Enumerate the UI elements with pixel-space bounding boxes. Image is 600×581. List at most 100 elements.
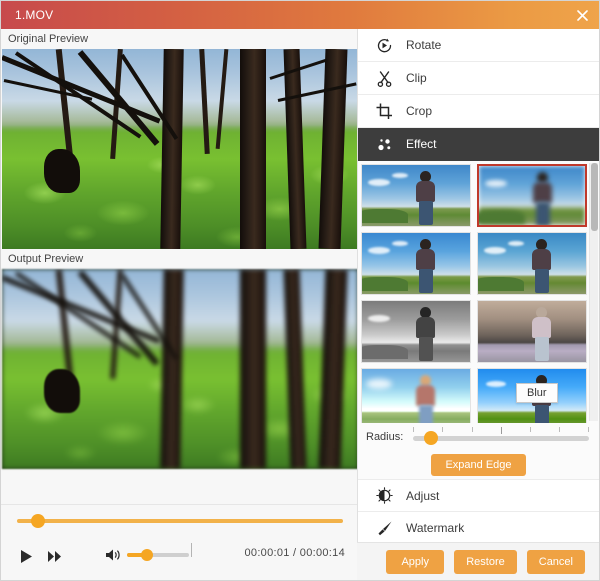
tool-item-clip[interactable]: Clip bbox=[358, 62, 599, 95]
apply-button[interactable]: Apply bbox=[386, 549, 445, 574]
hill-shape bbox=[362, 277, 408, 291]
tool-label: Effect bbox=[406, 137, 437, 151]
tool-panel: Rotate Clip Crop Effect Blur Radius: Exp… bbox=[357, 29, 599, 580]
tick bbox=[587, 427, 589, 432]
cloud-shape bbox=[485, 180, 507, 187]
cloud-shape bbox=[368, 179, 390, 186]
seek-slider[interactable] bbox=[17, 519, 343, 523]
effects-scrollbar-thumb[interactable] bbox=[591, 163, 598, 231]
crop-icon bbox=[374, 101, 394, 121]
effect-glyph bbox=[377, 138, 390, 150]
cloud-shape bbox=[392, 173, 408, 178]
hill-shape bbox=[362, 345, 408, 359]
tree-stump bbox=[44, 369, 80, 413]
tree-trunk bbox=[160, 49, 184, 249]
fast-forward-icon[interactable] bbox=[43, 545, 65, 567]
tool-label: Adjust bbox=[406, 488, 440, 503]
close-icon[interactable] bbox=[571, 5, 593, 25]
cloud-shape bbox=[368, 247, 390, 254]
original-preview-video[interactable] bbox=[2, 49, 358, 249]
cloud-shape bbox=[392, 241, 408, 246]
tick bbox=[413, 427, 415, 432]
tree-trunk bbox=[240, 269, 266, 469]
close-glyph bbox=[576, 9, 588, 21]
effects-scrollbar[interactable] bbox=[589, 163, 598, 421]
scissors-glyph bbox=[377, 70, 391, 87]
tick bbox=[558, 427, 560, 432]
expand-edge-row: Expand Edge bbox=[358, 451, 599, 479]
hill-shape bbox=[362, 209, 408, 223]
tool-item-rotate[interactable]: Rotate bbox=[358, 29, 599, 62]
tool-item-effect[interactable]: Effect bbox=[358, 128, 599, 161]
effect-thumbnail-panel: Blur bbox=[358, 161, 599, 423]
effect-thumb-glow[interactable] bbox=[361, 368, 471, 423]
tick bbox=[500, 427, 502, 434]
tool-item-adjust[interactable]: Adjust bbox=[358, 479, 599, 512]
radius-row: Radius: bbox=[358, 423, 599, 451]
rotate-glyph bbox=[377, 38, 391, 52]
volume-icon[interactable] bbox=[105, 548, 121, 562]
person-shape bbox=[416, 181, 435, 202]
effect-grid bbox=[361, 164, 596, 423]
effect-thumb-warm[interactable] bbox=[361, 232, 471, 295]
person-shape bbox=[535, 405, 549, 423]
original-preview-label: Original Preview bbox=[1, 29, 359, 49]
hill-shape bbox=[479, 210, 525, 224]
playback-bar: 00:00:01 / 00:00:14 bbox=[1, 504, 359, 580]
effect-tooltip: Blur bbox=[516, 383, 558, 403]
person-shape bbox=[419, 201, 433, 225]
scissors-icon bbox=[374, 68, 394, 88]
tool-label: Crop bbox=[406, 104, 433, 118]
volume-handle[interactable] bbox=[141, 549, 153, 561]
cancel-button[interactable]: Cancel bbox=[526, 549, 585, 574]
tool-item-crop[interactable]: Crop bbox=[358, 95, 599, 128]
play-icon[interactable] bbox=[15, 545, 37, 567]
tool-item-watermark[interactable]: Watermark bbox=[358, 512, 599, 545]
rotate-icon bbox=[374, 35, 394, 55]
volume-slider[interactable] bbox=[127, 549, 189, 561]
tree-trunk bbox=[160, 269, 184, 469]
hill-shape bbox=[478, 277, 524, 291]
output-preview-video[interactable] bbox=[2, 269, 358, 469]
divider bbox=[191, 543, 192, 557]
person-shape bbox=[416, 249, 435, 270]
effect-thumb-gray[interactable] bbox=[361, 300, 471, 363]
volume-control[interactable] bbox=[105, 548, 189, 562]
effect-thumb-blur[interactable] bbox=[477, 164, 587, 227]
person-shape bbox=[532, 249, 551, 270]
timecode-display: 00:00:01 / 00:00:14 bbox=[244, 547, 345, 559]
tick bbox=[471, 427, 473, 432]
brightness-icon bbox=[374, 486, 394, 506]
tool-label: Clip bbox=[406, 71, 427, 85]
preview-pane: Original Preview Output Preview 00:00:01… bbox=[1, 29, 359, 580]
person-shape bbox=[536, 202, 550, 225]
radius-slider[interactable] bbox=[413, 427, 589, 445]
radius-track[interactable] bbox=[413, 436, 589, 441]
person-shape bbox=[533, 182, 552, 203]
brush-glyph bbox=[378, 521, 391, 535]
transport-controls: 00:00:01 / 00:00:14 bbox=[1, 541, 359, 571]
dialog-footer: Apply Restore Cancel bbox=[357, 542, 599, 580]
restore-button[interactable]: Restore bbox=[454, 549, 517, 574]
effect-thumb-cool[interactable] bbox=[477, 232, 587, 295]
seek-handle[interactable] bbox=[31, 514, 45, 528]
person-shape bbox=[419, 405, 433, 423]
brightness-glyph bbox=[375, 487, 393, 504]
tool-label: Rotate bbox=[406, 38, 442, 52]
effect-thumb-original[interactable] bbox=[361, 164, 471, 227]
radius-label: Radius: bbox=[366, 431, 404, 443]
person-shape bbox=[535, 269, 549, 293]
person-shape bbox=[419, 337, 433, 361]
effect-icon bbox=[374, 134, 394, 154]
effect-thumb-sketch[interactable] bbox=[477, 300, 587, 363]
volume-glyph bbox=[106, 549, 120, 561]
person-shape bbox=[416, 385, 435, 406]
cloud-shape bbox=[484, 247, 506, 254]
window-titlebar: 1.MOV bbox=[1, 1, 599, 29]
cloud-shape bbox=[508, 241, 524, 246]
person-shape bbox=[532, 317, 551, 338]
radius-handle[interactable] bbox=[423, 431, 438, 445]
expand-edge-button[interactable]: Expand Edge bbox=[431, 454, 526, 476]
cloud-shape bbox=[366, 379, 392, 389]
fast-forward-glyph bbox=[47, 550, 61, 562]
